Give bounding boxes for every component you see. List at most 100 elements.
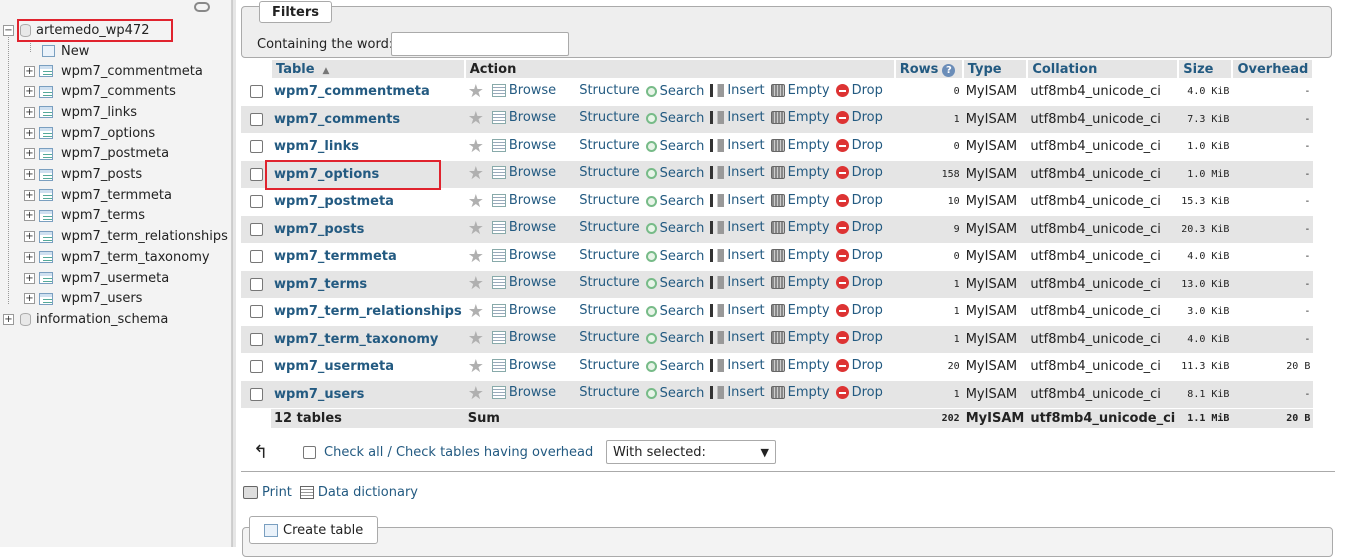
browse-action[interactable]: Browse — [491, 110, 556, 125]
star-icon[interactable]: ★ — [468, 246, 484, 267]
structure-label[interactable]: Structure — [579, 165, 639, 180]
nav-table-name[interactable]: wpm7_term_relationships — [61, 229, 228, 244]
insert-action[interactable]: Insert — [710, 138, 765, 153]
insert-action[interactable]: Insert — [710, 110, 765, 125]
drop-action[interactable]: Drop — [835, 193, 883, 208]
empty-label[interactable]: Empty — [788, 138, 830, 153]
browse-action[interactable]: Browse — [491, 138, 556, 153]
size-cell[interactable]: 7.3 KiB — [1178, 105, 1233, 133]
browse-label[interactable]: Browse — [509, 165, 556, 180]
with-selected-select[interactable]: With selected: ▼ — [606, 440, 776, 464]
nav-table-item[interactable]: + wpm7_comments — [24, 82, 176, 102]
nav-table-item[interactable]: + wpm7_term_relationships — [24, 227, 228, 247]
browse-action[interactable]: Browse — [491, 248, 556, 263]
collapse-icon[interactable]: − — [3, 24, 14, 36]
header-type[interactable]: Type — [962, 60, 1029, 78]
search-label[interactable]: Search — [660, 194, 705, 209]
expand-icon[interactable]: + — [24, 293, 35, 305]
row-checkbox[interactable] — [249, 85, 263, 99]
insert-label[interactable]: Insert — [727, 83, 764, 98]
browse-label[interactable]: Browse — [509, 138, 556, 153]
star-icon[interactable]: ★ — [468, 383, 484, 404]
empty-action[interactable]: Empty — [770, 165, 830, 180]
drop-label[interactable]: Drop — [852, 110, 883, 125]
link-icon[interactable] — [194, 2, 210, 12]
header-table-label[interactable]: Table — [276, 62, 315, 77]
row-select[interactable] — [241, 215, 271, 243]
header-collation[interactable]: Collation — [1027, 60, 1180, 78]
row-select[interactable] — [241, 133, 271, 161]
drop-action[interactable]: Drop — [835, 138, 883, 153]
expand-icon[interactable]: + — [24, 127, 35, 139]
structure-label[interactable]: Structure — [579, 110, 639, 125]
insert-action[interactable]: Insert — [710, 358, 765, 373]
structure-action[interactable]: Structure — [562, 138, 639, 153]
size-cell[interactable]: 1.0 KiB — [1178, 133, 1233, 161]
search-action[interactable]: Search — [645, 166, 704, 181]
browse-action[interactable]: Browse — [491, 193, 556, 208]
insert-label[interactable]: Insert — [727, 138, 764, 153]
star-icon[interactable]: ★ — [468, 191, 484, 212]
insert-label[interactable]: Insert — [727, 165, 764, 180]
drop-label[interactable]: Drop — [852, 330, 883, 345]
drop-label[interactable]: Drop — [852, 83, 883, 98]
structure-label[interactable]: Structure — [579, 330, 639, 345]
browse-action[interactable]: Browse — [491, 83, 556, 98]
row-checkbox[interactable] — [249, 195, 263, 209]
browse-label[interactable]: Browse — [509, 385, 556, 400]
row-checkbox[interactable] — [249, 360, 263, 374]
table-name-cell[interactable]: wpm7_commentmeta — [271, 78, 465, 106]
empty-action[interactable]: Empty — [770, 275, 830, 290]
size-cell[interactable]: 4.0 KiB — [1178, 243, 1233, 271]
help-icon[interactable]: ? — [942, 63, 956, 77]
row-checkbox[interactable] — [249, 167, 263, 181]
expand-icon[interactable]: + — [24, 251, 35, 263]
row-select[interactable] — [241, 353, 271, 381]
structure-label[interactable]: Structure — [579, 385, 639, 400]
structure-action[interactable]: Structure — [562, 83, 639, 98]
empty-label[interactable]: Empty — [788, 220, 830, 235]
drop-label[interactable]: Drop — [852, 165, 883, 180]
nav-other-db-name[interactable]: information_schema — [36, 312, 168, 327]
star-icon[interactable]: ★ — [468, 328, 484, 349]
drop-action[interactable]: Drop — [835, 358, 883, 373]
drop-action[interactable]: Drop — [835, 220, 883, 235]
structure-action[interactable]: Structure — [562, 165, 639, 180]
nav-table-name[interactable]: wpm7_comments — [61, 84, 176, 99]
insert-action[interactable]: Insert — [710, 248, 765, 263]
panel-splitter[interactable] — [232, 0, 236, 547]
drop-label[interactable]: Drop — [852, 358, 883, 373]
search-label[interactable]: Search — [660, 359, 705, 374]
search-label[interactable]: Search — [660, 249, 705, 264]
drop-action[interactable]: Drop — [835, 275, 883, 290]
browse-label[interactable]: Browse — [509, 358, 556, 373]
browse-label[interactable]: Browse — [509, 330, 556, 345]
nav-table-item[interactable]: + wpm7_posts — [24, 165, 142, 185]
star-icon[interactable]: ★ — [468, 163, 484, 184]
search-action[interactable]: Search — [645, 359, 705, 374]
table-name-link[interactable]: wpm7_terms — [274, 277, 367, 292]
empty-action[interactable]: Empty — [770, 193, 830, 208]
empty-label[interactable]: Empty — [788, 193, 830, 208]
search-label[interactable]: Search — [660, 139, 705, 154]
star-icon[interactable]: ★ — [468, 356, 484, 377]
row-checkbox[interactable] — [249, 250, 263, 264]
drop-label[interactable]: Drop — [852, 303, 883, 318]
size-cell[interactable]: 20.3 KiB — [1178, 215, 1233, 243]
print-label[interactable]: Print — [262, 485, 292, 500]
nav-table-name[interactable]: wpm7_links — [61, 105, 137, 120]
row-select[interactable] — [241, 105, 271, 133]
header-overhead[interactable]: Overhead — [1232, 60, 1315, 78]
empty-action[interactable]: Empty — [770, 138, 830, 153]
row-checkbox[interactable] — [249, 112, 263, 126]
nav-table-name[interactable]: wpm7_terms — [61, 208, 145, 223]
nav-table-item[interactable]: + wpm7_term_taxonomy — [24, 247, 210, 267]
row-checkbox[interactable] — [249, 277, 263, 291]
nav-table-item[interactable]: + wpm7_usermeta — [24, 268, 169, 288]
search-label[interactable]: Search — [660, 221, 705, 236]
star-icon[interactable]: ★ — [468, 273, 484, 294]
table-name-link[interactable]: wpm7_comments — [274, 112, 400, 127]
table-name-cell[interactable]: wpm7_comments — [271, 105, 465, 133]
table-name-cell[interactable]: wpm7_termmeta — [271, 243, 465, 271]
insert-label[interactable]: Insert — [727, 303, 764, 318]
